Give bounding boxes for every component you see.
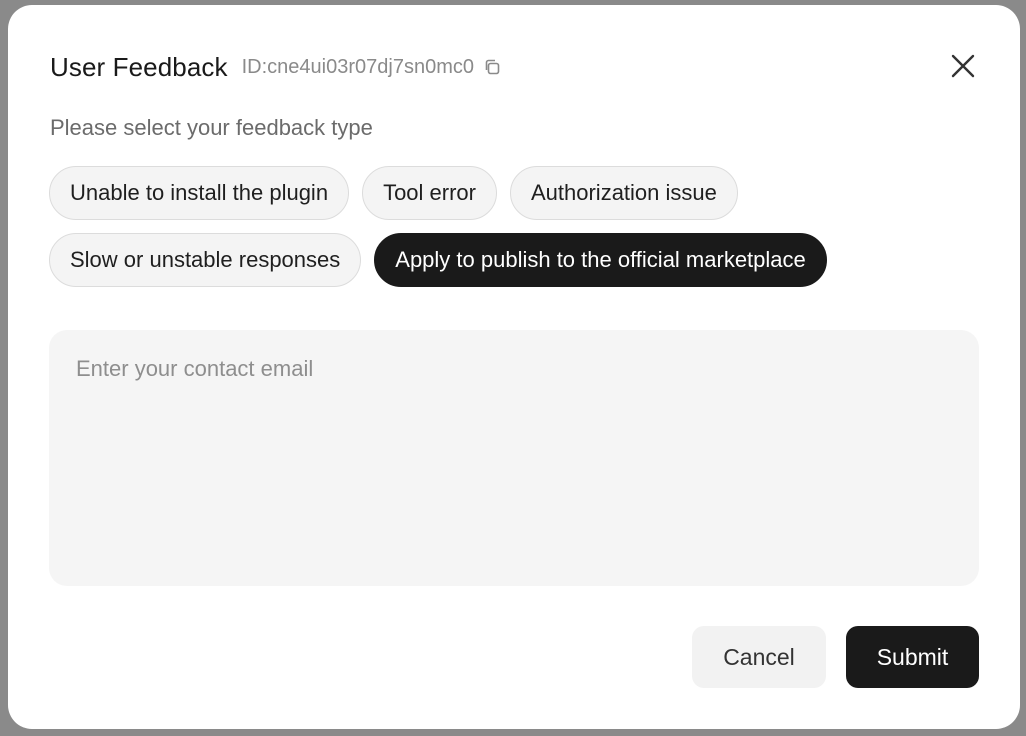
cancel-button[interactable]: Cancel — [692, 626, 826, 688]
feedback-type-publish[interactable]: Apply to publish to the official marketp… — [374, 233, 827, 287]
feedback-type-authorization[interactable]: Authorization issue — [509, 166, 738, 220]
feedback-dialog: User Feedback ID:cne4ui03r07dj7sn0mc0 Pl… — [8, 5, 1020, 729]
close-icon — [951, 54, 975, 78]
feedback-type-options: Unable to install the plugin Tool error … — [49, 166, 929, 287]
dialog-footer: Cancel Submit — [692, 626, 979, 688]
copy-icon[interactable] — [482, 57, 502, 77]
dialog-title: User Feedback — [50, 51, 228, 82]
feedback-type-prompt: Please select your feedback type — [50, 115, 373, 140]
feedback-id: ID:cne4ui03r07dj7sn0mc0 — [241, 55, 474, 78]
dialog-header: User Feedback ID:cne4ui03r07dj7sn0mc0 — [50, 51, 980, 83]
feedback-type-install[interactable]: Unable to install the plugin — [49, 166, 350, 220]
close-button[interactable] — [948, 51, 978, 81]
feedback-type-slow[interactable]: Slow or unstable responses — [49, 233, 362, 287]
contact-email-input[interactable] — [49, 330, 979, 586]
feedback-type-tool-error[interactable]: Tool error — [362, 166, 497, 220]
submit-button[interactable]: Submit — [846, 626, 979, 688]
